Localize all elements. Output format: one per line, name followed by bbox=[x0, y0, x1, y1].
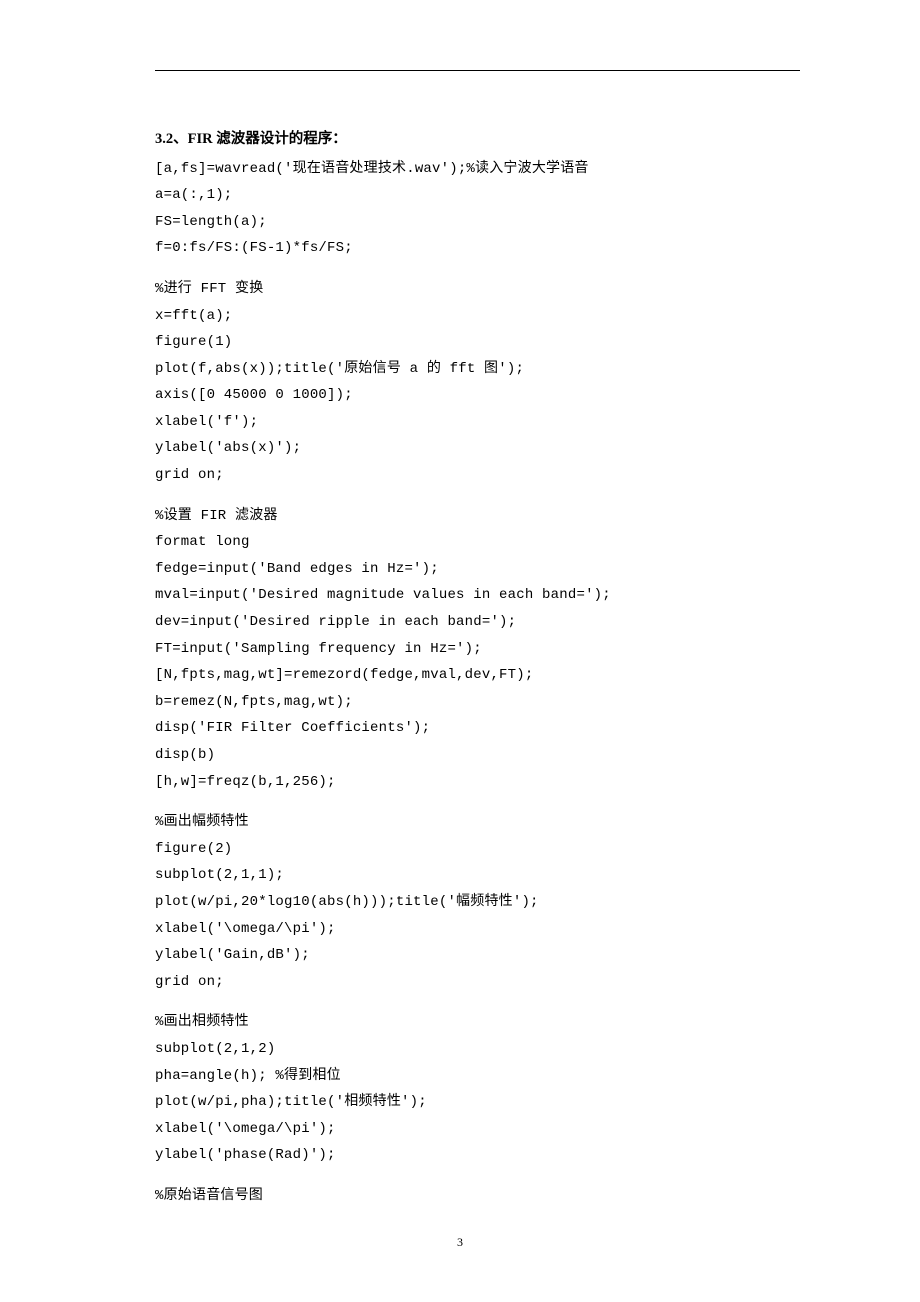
blank-line bbox=[155, 795, 800, 809]
header-rule bbox=[155, 70, 800, 71]
page-number: 3 bbox=[0, 1231, 920, 1254]
blank-line bbox=[155, 262, 800, 276]
code-block-1: [a,fs]=wavread('现在语音处理技术.wav');%读入宁波大学语音… bbox=[155, 156, 800, 262]
section-heading: 3.2、FIR 滤波器设计的程序： bbox=[155, 126, 800, 154]
blank-line bbox=[155, 1169, 800, 1183]
code-block-4: %画出幅频特性 figure(2) subplot(2,1,1); plot(w… bbox=[155, 809, 800, 995]
code-block-3: %设置 FIR 滤波器 format long fedge=input('Ban… bbox=[155, 503, 800, 796]
document-page: 3.2、FIR 滤波器设计的程序： [a,fs]=wavread('现在语音处理… bbox=[0, 0, 920, 1302]
blank-line bbox=[155, 489, 800, 503]
code-block-6: %原始语音信号图 bbox=[155, 1183, 800, 1210]
blank-line bbox=[155, 995, 800, 1009]
code-block-2: %进行 FFT 变换 x=fft(a); figure(1) plot(f,ab… bbox=[155, 276, 800, 489]
code-block-5: %画出相频特性 subplot(2,1,2) pha=angle(h); %得到… bbox=[155, 1009, 800, 1169]
